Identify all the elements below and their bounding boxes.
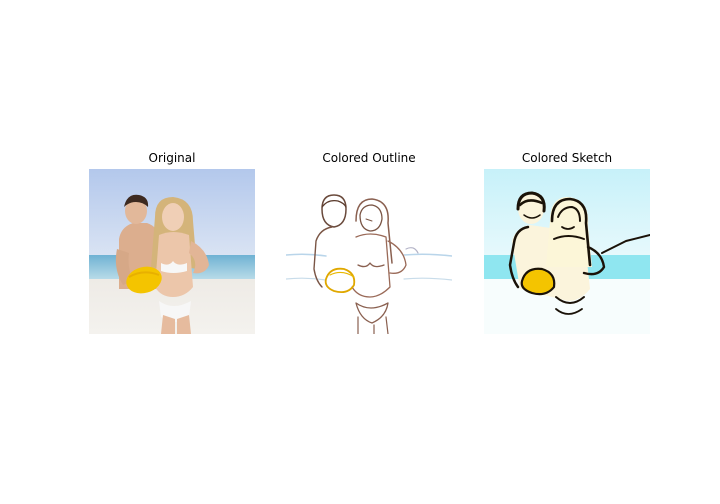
panel-title: Colored Sketch bbox=[521, 151, 613, 165]
colored-sketch-image bbox=[484, 169, 650, 334]
colored-outline-image bbox=[286, 169, 452, 334]
original-photo bbox=[89, 169, 255, 334]
panel-title: Original bbox=[148, 151, 196, 165]
panel-title: Colored Outline bbox=[322, 151, 416, 165]
